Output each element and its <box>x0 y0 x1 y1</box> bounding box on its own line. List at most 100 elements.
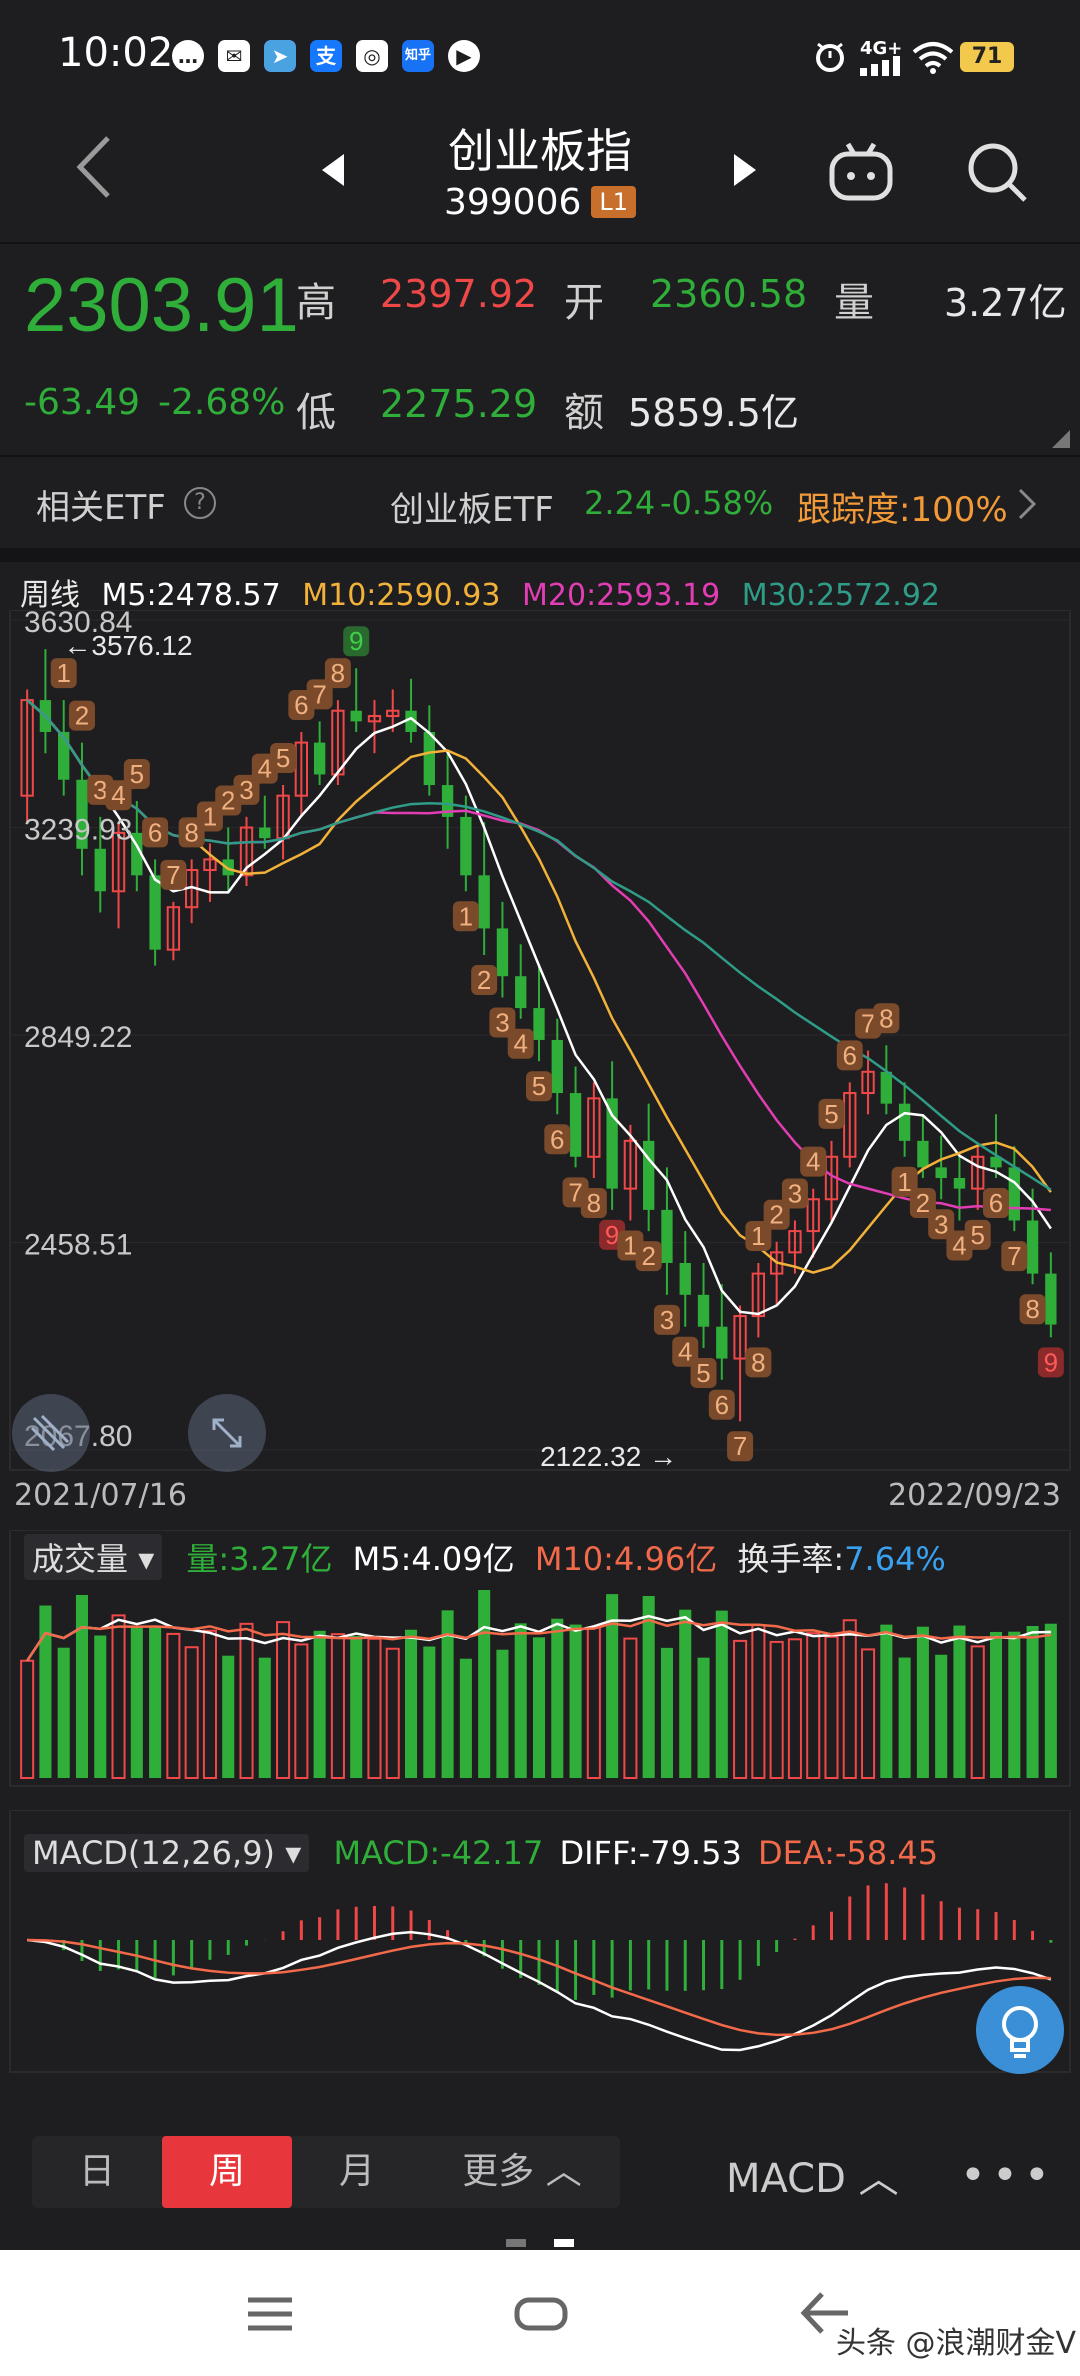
td-count: 7 <box>568 1177 582 1207</box>
td-count: 1 <box>623 1230 637 1260</box>
td-count: 7 <box>312 679 326 709</box>
volume-bar <box>679 1609 692 1778</box>
change-value: -63.49 <box>24 382 141 423</box>
robot-assistant-icon[interactable] <box>828 140 894 202</box>
low-value: 2275.29 <box>380 382 538 426</box>
td-count: 2 <box>641 1241 655 1271</box>
low-label: 低 <box>296 390 336 436</box>
diff-label: DIFF:-79.53 <box>559 1834 742 1872</box>
telegram-icon: ➤ <box>264 40 296 72</box>
td-count: 4 <box>513 1029 527 1059</box>
td-count: 3 <box>93 775 107 805</box>
volume-bar <box>222 1655 235 1778</box>
volume-bar <box>367 1637 382 1779</box>
chevron-up-icon: ︿ <box>858 2156 899 2202</box>
tab-week[interactable]: 周 <box>162 2136 292 2208</box>
candle-body <box>716 1326 728 1359</box>
help-icon[interactable]: ? <box>184 487 216 519</box>
volume-bar <box>733 1639 748 1779</box>
volume-label: 量 <box>834 280 874 326</box>
td-count: 1 <box>56 658 70 688</box>
y-tick-label: 2849.22 <box>24 1021 132 1054</box>
header-divider <box>0 242 1080 244</box>
ma30-label: M30:2572.92 <box>741 578 941 613</box>
ma10-label: M10:2590.93 <box>302 578 501 613</box>
volume-bar <box>532 1637 546 1778</box>
volume-bar <box>459 1658 472 1778</box>
etf-price: 2.24 <box>584 484 656 522</box>
td-count: 8 <box>1025 1294 1039 1324</box>
mail-icon: ✉ <box>218 40 250 72</box>
dea-label: DEA:-58.45 <box>757 1834 939 1872</box>
macd-selector[interactable]: MACD(12,26,9) ▾ <box>24 1834 310 1872</box>
candle-body <box>478 875 490 929</box>
candle-body <box>423 731 435 786</box>
battery-indicator: 71 <box>960 42 1014 72</box>
td-count: 3 <box>660 1305 674 1335</box>
stock-code-row: 399006 L1 <box>340 182 740 223</box>
more-options-icon[interactable]: ••• <box>960 2150 1056 2201</box>
draw-line-button[interactable] <box>12 1394 90 1472</box>
td-count: 8 <box>587 1188 601 1218</box>
home-icon[interactable] <box>514 2294 568 2338</box>
min-price-label: 2122.32 → <box>540 1441 677 1472</box>
tab-month[interactable]: 月 <box>292 2136 422 2208</box>
lightbulb-button[interactable] <box>976 1986 1064 2074</box>
tab-day[interactable]: 日 <box>32 2136 162 2208</box>
volume-bar <box>184 1646 199 1779</box>
indicator-selector[interactable]: MACD ︿ <box>726 2146 899 2204</box>
td-count: 9 <box>349 626 363 656</box>
volume-bar <box>1026 1625 1039 1778</box>
candle-body <box>533 1008 545 1040</box>
quote-divider <box>0 455 1080 457</box>
volume-bar <box>39 1605 52 1778</box>
td-count: 5 <box>130 759 144 789</box>
vol-m10-label: M10:4.96亿 <box>534 1540 718 1578</box>
candle-body <box>643 1140 655 1210</box>
td-count: 1 <box>751 1221 765 1251</box>
related-etf-label: 相关ETF <box>36 488 166 528</box>
candle-body <box>350 710 362 722</box>
td-count: 6 <box>148 817 162 847</box>
fullscreen-button[interactable] <box>188 1394 266 1472</box>
candle-body <box>1008 1167 1020 1221</box>
volume-bar <box>57 1647 70 1778</box>
td-count: 4 <box>258 754 272 784</box>
volume-bar <box>239 1622 254 1779</box>
tab-more[interactable]: 更多 ︿ <box>432 2136 612 2208</box>
td-count: 7 <box>1007 1241 1021 1271</box>
candle-body <box>880 1071 893 1104</box>
candlestick-chart[interactable]: 3630.843239.932849.222458.512067.80←3576… <box>0 610 1080 1480</box>
volume-bar <box>405 1629 418 1778</box>
amount-value: 5859.5亿 <box>628 391 799 435</box>
menu-icon[interactable] <box>246 2294 294 2338</box>
volume-bar <box>642 1596 655 1778</box>
td-count: 6 <box>843 1040 857 1070</box>
volume-selector-label: 成交量 <box>32 1540 129 1578</box>
candle-body <box>569 1093 582 1157</box>
td-count: 6 <box>550 1124 564 1154</box>
volume-selector[interactable]: 成交量 ▾ <box>24 1534 163 1580</box>
macd-value-label: MACD:-42.17 <box>333 1834 544 1872</box>
volume-bar <box>1008 1631 1021 1778</box>
volume-bar <box>258 1657 271 1778</box>
td-count: 5 <box>824 1099 838 1129</box>
search-icon[interactable] <box>965 140 1029 204</box>
page-title: 创业板指 <box>448 124 632 178</box>
signal-icon <box>860 56 906 80</box>
chevron-right-icon[interactable] <box>1016 486 1038 522</box>
volume-bar <box>806 1632 821 1779</box>
app-icon: ◎ <box>356 40 388 72</box>
next-stock-icon[interactable] <box>730 150 760 190</box>
expand-corner-icon[interactable] <box>1052 430 1070 452</box>
volume-bar <box>294 1643 309 1779</box>
etf-name: 创业板ETF <box>390 490 554 530</box>
td-count: 4 <box>111 780 125 810</box>
candle-body <box>1026 1220 1039 1274</box>
vol-m5-label: M5:4.09亿 <box>352 1540 515 1578</box>
volume-bar <box>989 1631 1003 1778</box>
volume-value-label: 量:3.27亿 <box>186 1540 333 1578</box>
td-count: 7 <box>166 860 180 890</box>
back-icon[interactable] <box>70 132 120 202</box>
candle-body <box>259 827 271 839</box>
